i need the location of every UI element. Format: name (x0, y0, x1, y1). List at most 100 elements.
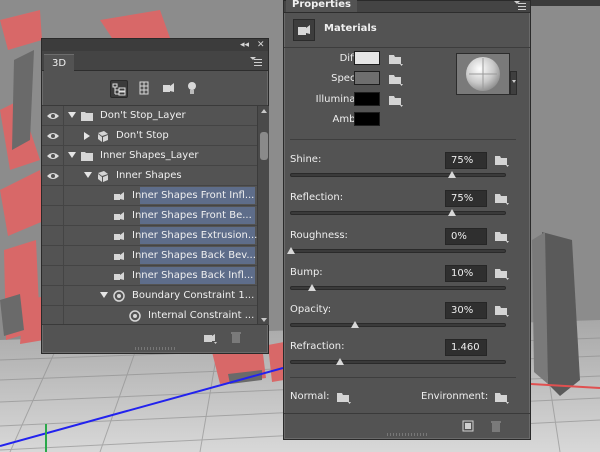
visibility-toggle[interactable] (42, 126, 64, 146)
bump-slider-thumb[interactable] (308, 284, 317, 291)
tree-row-label: Boundary Constraint 1... (132, 290, 255, 301)
bump-value-field[interactable]: 10% (445, 265, 487, 282)
expand-down-icon[interactable] (68, 112, 76, 118)
new-object-icon[interactable] (202, 331, 218, 345)
diffuse-texture-folder-icon[interactable] (388, 52, 404, 66)
expand-down-icon[interactable] (100, 292, 108, 298)
reflection-slider[interactable] (290, 209, 506, 216)
tree-scrollbar[interactable] (257, 106, 269, 325)
reflection-label: Reflection: (290, 192, 344, 203)
properties-menu-icon[interactable] (514, 1, 526, 10)
eye-icon (47, 173, 59, 179)
tree-row[interactable]: Inner Shapes Back Bev... (42, 246, 258, 266)
panel-title-bar[interactable]: ◂◂ ✕ (42, 39, 268, 51)
visibility-toggle[interactable] (42, 226, 64, 246)
visibility-toggle[interactable] (42, 186, 64, 206)
section-title: Materials (324, 23, 377, 34)
refraction-slider[interactable] (290, 358, 506, 365)
expand-down-icon[interactable] (84, 172, 92, 178)
light-filter-icon[interactable] (184, 80, 202, 98)
materials-header: Materials (284, 14, 530, 48)
resize-grip[interactable] (387, 433, 427, 436)
ambient-swatch[interactable] (354, 112, 380, 126)
shine-slider[interactable] (290, 171, 506, 178)
delete-icon[interactable] (490, 419, 502, 433)
expand-right-icon[interactable] (84, 132, 90, 140)
roughness-texture-folder-icon[interactable] (494, 229, 510, 243)
bump-texture-folder-icon[interactable] (494, 266, 510, 280)
scene-filter-icon[interactable] (110, 80, 128, 98)
render-icon[interactable] (462, 420, 474, 432)
tree-row[interactable]: Inner Shapes Front Be... (42, 206, 258, 226)
opacity-slider-thumb[interactable] (351, 321, 360, 328)
visibility-toggle[interactable] (42, 166, 64, 186)
tree-row[interactable]: Inner Shapes Front Infl... (42, 186, 258, 206)
tree-row[interactable]: Inner Shapes Back Infl... (42, 266, 258, 286)
constraint-icon (128, 309, 142, 323)
environment-folder-icon[interactable] (494, 390, 510, 404)
material-filter-icon[interactable] (160, 80, 178, 98)
tree-row-label: Inner Shapes Front Be... (132, 210, 252, 221)
refraction-value-field[interactable]: 1.460 (445, 339, 487, 356)
roughness-label: Roughness: (290, 230, 348, 241)
tab-properties[interactable]: Properties (286, 0, 357, 12)
specular-swatch[interactable] (354, 71, 380, 85)
scroll-up-icon[interactable] (261, 109, 267, 113)
reflection-slider-thumb[interactable] (447, 209, 456, 216)
tree-row[interactable]: Boundary Constraint 1... (42, 286, 258, 306)
opacity-slider[interactable] (290, 321, 506, 328)
visibility-toggle[interactable] (42, 266, 64, 286)
panel-tab-row: 3D (42, 51, 268, 71)
tree-row[interactable]: Inner Shapes (42, 166, 258, 186)
reflection-value-field[interactable]: 75% (445, 190, 487, 207)
close-panel-icon[interactable]: ✕ (257, 39, 265, 51)
scrollbar-thumb[interactable] (260, 132, 268, 160)
tree-row[interactable]: Don't Stop (42, 126, 258, 146)
visibility-toggle[interactable] (42, 106, 64, 126)
shine-texture-folder-icon[interactable] (494, 153, 510, 167)
diffuse-swatch[interactable] (354, 51, 380, 65)
visibility-toggle[interactable] (42, 146, 64, 166)
refraction-label: Refraction: (290, 341, 345, 352)
material-picker-dropdown[interactable] (510, 71, 517, 95)
panel-dock-strip (531, 0, 600, 6)
tree-row-label: Inner Shapes_Layer (100, 150, 199, 161)
illumination-texture-folder-icon[interactable] (388, 93, 404, 107)
expand-down-icon[interactable] (68, 152, 76, 158)
visibility-toggle[interactable] (42, 286, 64, 306)
eye-icon (47, 133, 59, 139)
delete-icon[interactable] (230, 330, 242, 344)
roughness-slider[interactable] (287, 247, 506, 254)
tree-row[interactable]: Inner Shapes Extrusion... (42, 226, 258, 246)
mesh-filter-icon[interactable] (136, 80, 154, 98)
constraint-icon (112, 289, 126, 303)
opacity-texture-folder-icon[interactable] (494, 303, 510, 317)
illumination-swatch[interactable] (354, 92, 380, 106)
visibility-toggle[interactable] (42, 306, 64, 325)
shine-slider-thumb[interactable] (447, 171, 456, 178)
filter-bar (42, 72, 268, 106)
bump-slider[interactable] (290, 284, 506, 291)
visibility-toggle[interactable] (42, 246, 64, 266)
reflection-texture-folder-icon[interactable] (494, 191, 510, 205)
panel-menu-icon[interactable] (250, 57, 262, 66)
tree-row[interactable]: Inner Shapes_Layer (42, 146, 258, 166)
material-preview[interactable] (456, 53, 510, 95)
shine-value-field[interactable]: 75% (445, 152, 487, 169)
tab-3d[interactable]: 3D (44, 54, 75, 71)
material-icon (112, 249, 126, 263)
scroll-down-icon[interactable] (261, 318, 267, 322)
tree-row[interactable]: Don't Stop_Layer (42, 106, 258, 126)
refraction-slider-thumb[interactable] (336, 358, 345, 365)
collapse-panel-icon[interactable]: ◂◂ (240, 39, 249, 51)
roughness-value-field[interactable]: 0% (445, 228, 487, 245)
resize-grip[interactable] (135, 347, 175, 350)
specular-texture-folder-icon[interactable] (388, 72, 404, 86)
roughness-slider-thumb[interactable] (287, 247, 295, 254)
opacity-value-field[interactable]: 30% (445, 302, 487, 319)
normal-folder-icon[interactable] (336, 390, 352, 404)
tree-row[interactable]: Internal Constraint ... (42, 306, 258, 325)
visibility-toggle[interactable] (42, 206, 64, 226)
materials-icon (293, 19, 315, 41)
3d-panel: ◂◂ ✕ 3D Don't Stop_Layer Don't Stop Inner … (41, 38, 269, 354)
